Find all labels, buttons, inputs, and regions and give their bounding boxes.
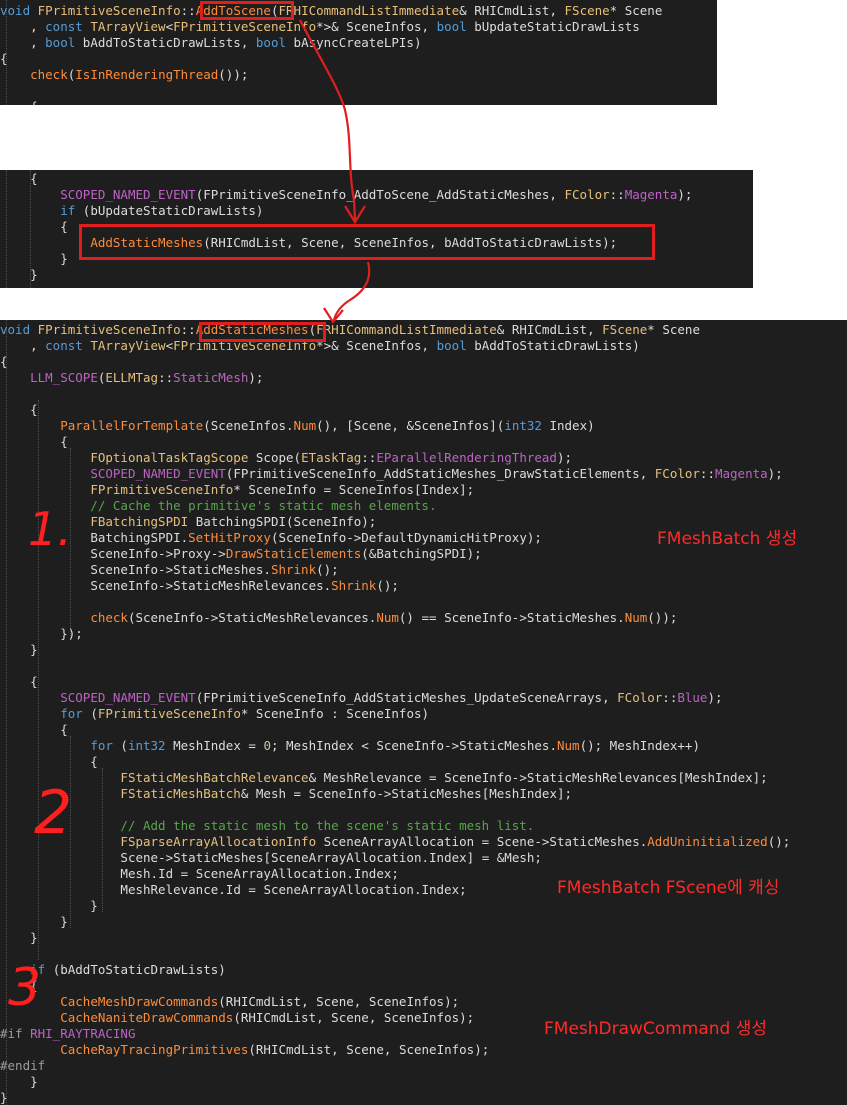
annotation-arrows xyxy=(299,19,371,324)
step-number-2: 2 xyxy=(34,778,73,848)
step-number-1: 1. xyxy=(28,502,72,556)
annotation-label-fmeshbatch-create: FMeshBatch 생성 xyxy=(657,529,798,549)
annotation-label-fmeshbatch-cache: FMeshBatch FScene에 캐싱 xyxy=(557,878,780,898)
annotation-label-fmeshdrawcommand-create: FMeshDrawCommand 생성 xyxy=(544,1019,767,1039)
step-number-3: 3 xyxy=(8,958,42,1018)
